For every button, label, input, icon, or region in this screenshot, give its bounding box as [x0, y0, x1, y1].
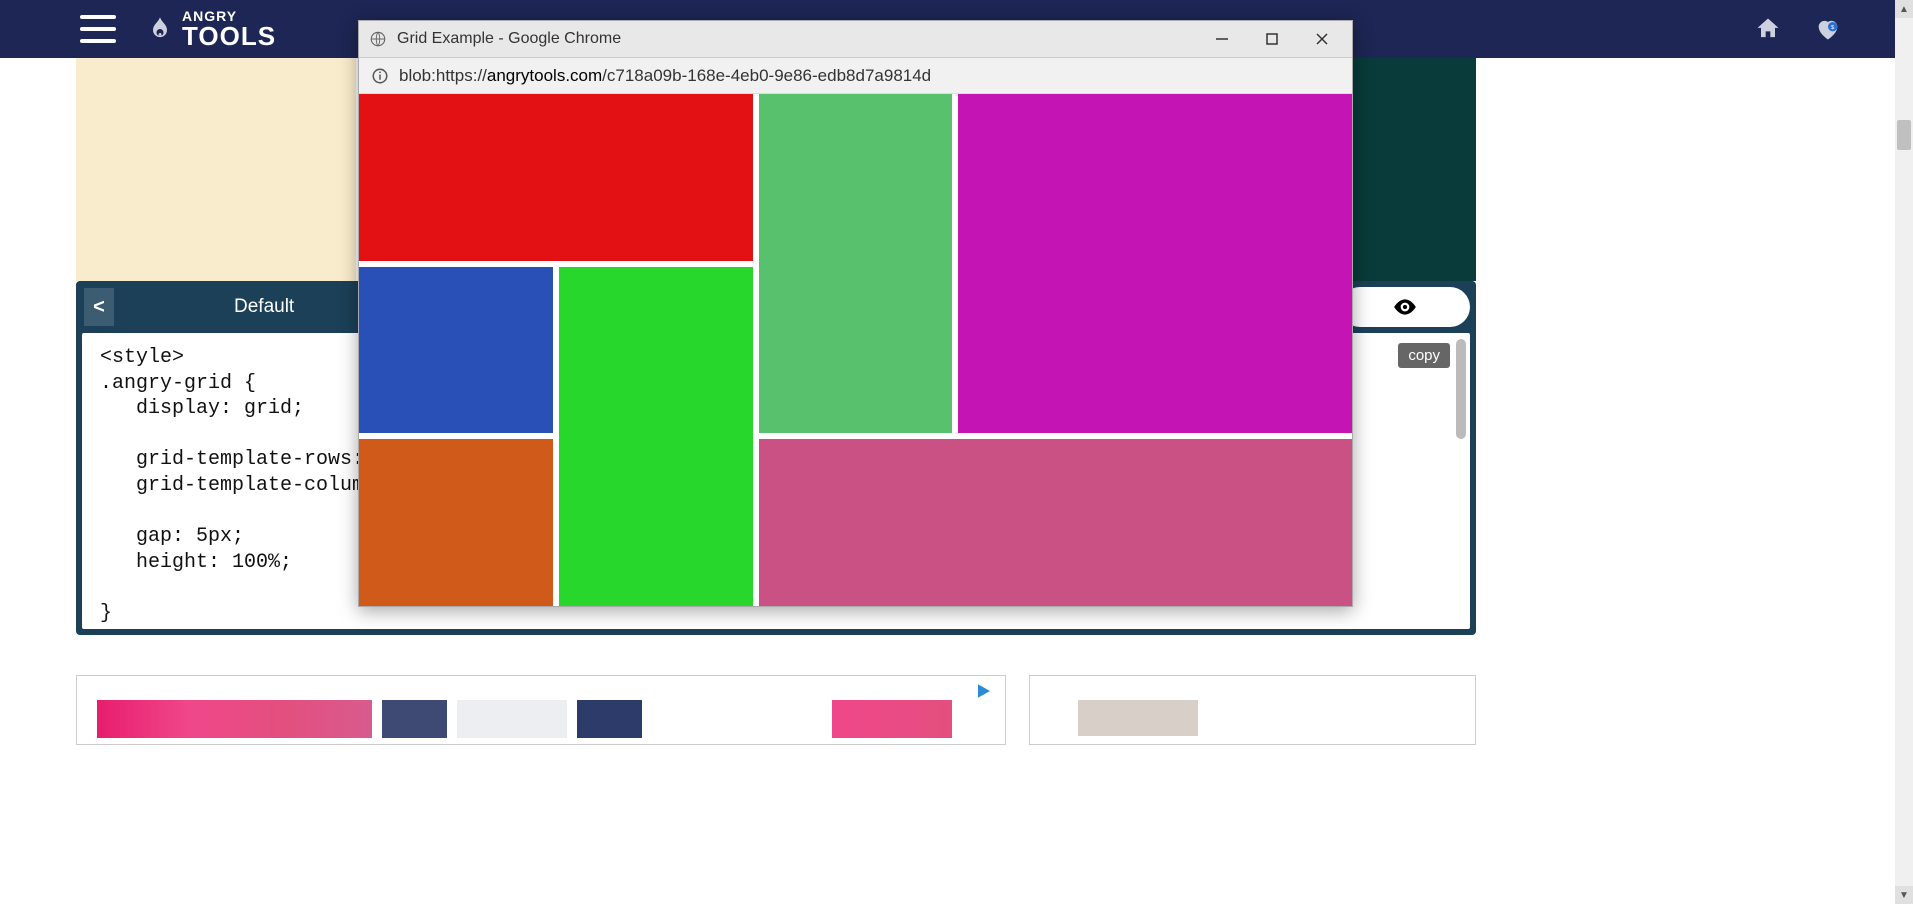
adchoices-icon[interactable]: [975, 682, 993, 700]
collapse-button[interactable]: <: [84, 288, 114, 326]
popup-window: Grid Example - Google Chrome blob:https:…: [358, 20, 1353, 607]
info-icon[interactable]: [371, 67, 389, 85]
scroll-down-icon[interactable]: ▼: [1895, 886, 1913, 904]
minimize-button[interactable]: [1208, 25, 1236, 53]
window-controls: [1208, 25, 1336, 53]
grid-item-lightgreen: [759, 94, 953, 433]
brand-logo[interactable]: a ANGRY TOOLS: [146, 9, 276, 49]
flame-icon: a: [146, 15, 174, 43]
grid-item-red: [359, 94, 753, 261]
hamburger-icon[interactable]: [80, 15, 116, 43]
code-scrollbar-thumb[interactable]: [1456, 339, 1466, 439]
preview-block-teal: [1352, 58, 1476, 281]
sidebar-thumb: [1078, 700, 1198, 736]
home-icon[interactable]: [1753, 15, 1783, 43]
popup-titlebar[interactable]: Grid Example - Google Chrome: [359, 21, 1352, 58]
url-prefix: blob:https://: [399, 66, 487, 85]
close-button[interactable]: [1308, 25, 1336, 53]
scroll-up-icon[interactable]: ▲: [1895, 0, 1913, 18]
main-scrollbar[interactable]: ▲ ▼: [1895, 0, 1913, 904]
grid-item-green: [559, 267, 753, 606]
grid-example: [359, 94, 1352, 606]
url-bar[interactable]: blob:https://angrytools.com/c718a09b-168…: [359, 58, 1352, 94]
preview-button[interactable]: [1340, 287, 1470, 327]
popup-title: Grid Example - Google Chrome: [397, 30, 1198, 48]
grid-item-orange: [359, 439, 553, 606]
tab-default[interactable]: Default: [234, 296, 294, 318]
url-path: /c718a09b-168e-4eb0-9e86-edb8d7a9814d: [602, 66, 931, 85]
grid-item-pink: [759, 439, 1352, 606]
ad-thumb-1[interactable]: [97, 700, 372, 738]
ad-thumb-3[interactable]: [457, 700, 567, 738]
url-text: blob:https://angrytools.com/c718a09b-168…: [399, 66, 931, 86]
preview-block-cream: [76, 58, 356, 281]
donate-heart-icon[interactable]: $: [1813, 15, 1843, 43]
url-host: angrytools.com: [487, 66, 602, 85]
grid-item-blue: [359, 267, 553, 434]
maximize-button[interactable]: [1258, 25, 1286, 53]
ad-thumb-2[interactable]: [382, 700, 447, 738]
globe-icon: [369, 30, 387, 48]
ad-thumb-4[interactable]: [577, 700, 642, 738]
brand-text: ANGRY TOOLS: [182, 9, 276, 49]
topnav-actions: $: [1753, 0, 1843, 58]
ad-thumb-5[interactable]: [832, 700, 952, 738]
grid-item-purple: [958, 94, 1352, 433]
copy-button[interactable]: copy: [1398, 343, 1450, 368]
brand-big: TOOLS: [182, 23, 276, 49]
sidebar-card: [1029, 675, 1476, 745]
eye-icon: [1392, 294, 1418, 320]
ad-strip: [76, 675, 1006, 745]
scroll-thumb[interactable]: [1897, 120, 1911, 150]
